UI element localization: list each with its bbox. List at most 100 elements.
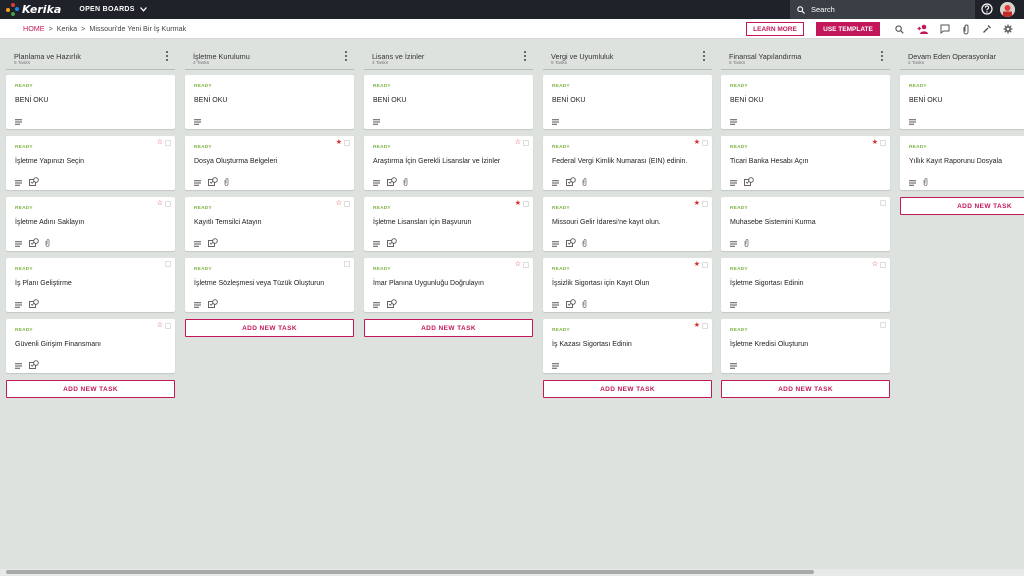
task-card[interactable]: ★ READY Dosya Oluşturma Belgeleri bbox=[185, 136, 354, 190]
task-card[interactable]: ★ READY İş Kazası Sigortası Edinin bbox=[543, 319, 712, 373]
task-card-indicators bbox=[552, 112, 560, 130]
column-menu-icon[interactable] bbox=[702, 51, 706, 61]
use-template-button[interactable]: USE TEMPLATE bbox=[816, 22, 880, 36]
settings-gear-icon[interactable] bbox=[1002, 23, 1014, 35]
add-new-task-button[interactable]: ADD NEW TASK bbox=[543, 380, 712, 398]
task-card[interactable]: ★ READY Missouri Gelir İdaresi'ne kayıt ol… bbox=[543, 197, 712, 251]
learn-more-button[interactable]: LEARN MORE bbox=[746, 22, 804, 36]
priority-star-icon[interactable]: ★ bbox=[694, 200, 708, 207]
priority-star-icon[interactable]: ★ bbox=[872, 139, 886, 146]
attachment-icon[interactable] bbox=[960, 23, 972, 35]
breadcrumb-org[interactable]: Kerika bbox=[57, 24, 77, 33]
task-card[interactable]: ☆ READY İşletme Adını Saklayın bbox=[6, 197, 175, 251]
column-header[interactable]: İşletme Kurulumu 4 Tasks bbox=[185, 40, 354, 70]
task-card[interactable]: READY BENİ OKU bbox=[364, 75, 533, 129]
column-menu-icon[interactable] bbox=[880, 51, 884, 61]
task-card-indicators bbox=[373, 112, 381, 130]
column-header[interactable]: Finansal Yapılandırma 5 Tasks bbox=[721, 40, 890, 70]
column-menu-icon[interactable] bbox=[344, 51, 348, 61]
task-card[interactable]: READY İş Planı Geliştirme bbox=[6, 258, 175, 312]
checklist-icon bbox=[208, 234, 218, 252]
column-header[interactable]: Planlama ve Hazırlık 5 Tasks bbox=[6, 40, 175, 70]
task-card[interactable]: ★ READY Ticari Banka Hesabı Açın bbox=[721, 136, 890, 190]
checklist-icon bbox=[566, 295, 576, 313]
task-card[interactable]: READY BENİ OKU bbox=[543, 75, 712, 129]
search-input[interactable]: Search bbox=[790, 0, 975, 19]
column-menu-icon[interactable] bbox=[523, 51, 527, 61]
add-team-member-icon[interactable] bbox=[917, 23, 929, 35]
priority-star-icon[interactable]: ★ bbox=[694, 261, 708, 268]
card-flag-icon[interactable] bbox=[880, 322, 886, 328]
priority-star-icon[interactable]: ☆ bbox=[157, 322, 171, 329]
task-card[interactable]: ☆ READY Araştırma İçin Gerekli Lisanslar v… bbox=[364, 136, 533, 190]
task-card[interactable]: ☆ READY İşletme Sigortası Edinin bbox=[721, 258, 890, 312]
board-search-icon[interactable] bbox=[893, 23, 905, 35]
add-new-task-button[interactable]: ADD NEW TASK bbox=[364, 319, 533, 337]
column-task-count: 2 Tasks bbox=[908, 61, 925, 66]
description-icon bbox=[15, 234, 23, 252]
task-card[interactable]: ★ READY Federal Vergi Kimlik Numarası (EIN… bbox=[543, 136, 712, 190]
kerika-logo[interactable]: Kerika bbox=[6, 2, 61, 17]
priority-star-icon[interactable]: ☆ bbox=[515, 261, 529, 268]
checklist-icon bbox=[566, 234, 576, 252]
task-card[interactable]: ☆ READY İşletme Yapınızı Seçin bbox=[6, 136, 175, 190]
task-card[interactable]: ☆ READY Kayıtlı Temsilci Atayın bbox=[185, 197, 354, 251]
priority-star-icon[interactable]: ☆ bbox=[157, 200, 171, 207]
task-card[interactable]: ★ READY İşsizlik Sigortası için Kayıt Olun bbox=[543, 258, 712, 312]
task-card[interactable]: READY İşletme Kredisi Oluşturun bbox=[721, 319, 890, 373]
add-new-task-button[interactable]: ADD NEW TASK bbox=[6, 380, 175, 398]
task-card[interactable]: READY İşletme Sözleşmesi veya Tüzük Oluşt… bbox=[185, 258, 354, 312]
horizontal-scrollbar[interactable] bbox=[6, 570, 814, 574]
card-flag-icon[interactable] bbox=[344, 261, 350, 267]
task-status: READY bbox=[15, 84, 33, 89]
user-avatar[interactable] bbox=[1000, 2, 1015, 17]
task-card-indicators bbox=[909, 173, 928, 191]
checklist-icon bbox=[29, 356, 39, 374]
priority-star-icon[interactable]: ★ bbox=[694, 139, 708, 146]
task-status: READY bbox=[15, 145, 33, 150]
column-menu-icon[interactable] bbox=[165, 51, 169, 61]
task-card-indicators bbox=[15, 356, 39, 374]
priority-star-icon[interactable]: ★ bbox=[694, 322, 708, 329]
column-header[interactable]: Vergi ve Uyumluluk 5 Tasks bbox=[543, 40, 712, 70]
task-card[interactable]: READY BENİ OKU bbox=[185, 75, 354, 129]
breadcrumb-home[interactable]: HOME bbox=[23, 24, 45, 33]
column-header[interactable]: Devam Eden Operasyonlar 2 Tasks bbox=[900, 40, 1024, 70]
add-new-task-button[interactable]: ADD NEW TASK bbox=[900, 197, 1024, 215]
card-flag-icon[interactable] bbox=[165, 261, 171, 267]
task-title: Missouri Gelir İdaresi'ne kayıt olun. bbox=[552, 219, 661, 226]
task-title: Dosya Oluşturma Belgeleri bbox=[194, 158, 278, 165]
card-flag-icon[interactable] bbox=[880, 200, 886, 206]
task-title: Kayıtlı Temsilci Atayın bbox=[194, 219, 262, 226]
open-boards-menu[interactable]: OPEN BOARDS bbox=[79, 6, 147, 13]
add-new-task-button[interactable]: ADD NEW TASK bbox=[721, 380, 890, 398]
task-card[interactable]: ☆ READY İmar Planına Uygunluğu Doğrulayın bbox=[364, 258, 533, 312]
task-card[interactable]: ☆ READY Güvenli Girişim Finansmanı bbox=[6, 319, 175, 373]
tools-icon[interactable] bbox=[981, 23, 993, 35]
priority-star-icon[interactable]: ☆ bbox=[336, 200, 350, 207]
priority-star-icon[interactable]: ☆ bbox=[872, 261, 886, 268]
priority-star-icon[interactable]: ☆ bbox=[515, 139, 529, 146]
task-card-indicators bbox=[373, 295, 397, 313]
task-card[interactable]: ★ READY İşletme Lisansları için Başvurun bbox=[364, 197, 533, 251]
task-card[interactable]: READY BENİ OKU bbox=[900, 75, 1024, 129]
column-title: Lisans ve İzinler bbox=[372, 52, 425, 61]
task-status: READY bbox=[730, 206, 748, 211]
task-card[interactable]: READY Muhasebe Sistemini Kurma bbox=[721, 197, 890, 251]
priority-star-icon[interactable]: ★ bbox=[515, 200, 529, 207]
checklist-icon bbox=[566, 173, 576, 191]
task-status: READY bbox=[15, 267, 33, 272]
task-card[interactable]: READY BENİ OKU bbox=[6, 75, 175, 129]
column-header[interactable]: Lisans ve İzinler 4 Tasks bbox=[364, 40, 533, 70]
priority-star-icon[interactable]: ☆ bbox=[157, 139, 171, 146]
task-title: Muhasebe Sistemini Kurma bbox=[730, 219, 816, 226]
help-icon[interactable] bbox=[981, 3, 993, 15]
priority-star-icon[interactable]: ★ bbox=[336, 139, 350, 146]
task-card[interactable]: READY BENİ OKU bbox=[721, 75, 890, 129]
task-card[interactable]: READY Yıllık Kayıt Raporunu Dosyala bbox=[900, 136, 1024, 190]
task-card-indicators bbox=[552, 234, 587, 252]
chat-icon[interactable] bbox=[939, 23, 951, 35]
task-title: İşsizlik Sigortası için Kayıt Olun bbox=[552, 280, 650, 287]
top-navigation-bar: Kerika OPEN BOARDS Search bbox=[0, 0, 1024, 19]
add-new-task-button[interactable]: ADD NEW TASK bbox=[185, 319, 354, 337]
